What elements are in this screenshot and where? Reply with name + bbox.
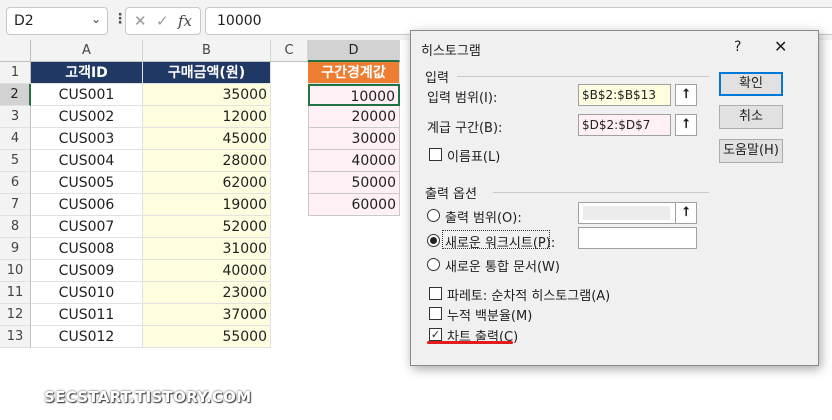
help-button[interactable]: 도움말(H)	[719, 139, 783, 163]
new-worksheet-radio[interactable]	[427, 234, 440, 247]
row-header[interactable]: 10	[0, 260, 31, 282]
name-box[interactable]: D2 ⌄	[6, 7, 108, 35]
labels-label: 이름표(L)	[447, 150, 501, 165]
new-workbook-label: 새로운 통합 문서(W)	[445, 260, 560, 275]
header-customer-id[interactable]: 고객ID	[31, 62, 143, 84]
table-cell[interactable]: 50000	[308, 172, 400, 194]
new-worksheet-name-field[interactable]	[578, 227, 697, 249]
table-cell[interactable]: CUS004	[31, 150, 143, 172]
table-cell[interactable]: CUS006	[31, 194, 143, 216]
table-cell[interactable]: CUS011	[31, 304, 143, 326]
output-group-label: 출력 옵션	[425, 187, 477, 202]
column-header-b[interactable]: B	[143, 40, 271, 62]
row-header[interactable]: 4	[0, 128, 31, 150]
collapse-dialog-icon[interactable]: ⭡	[675, 114, 697, 136]
table-cell[interactable]: CUS005	[31, 172, 143, 194]
bin-range-field[interactable]: $D$2:$D$7	[578, 114, 671, 136]
chevron-down-icon[interactable]: ⌄	[91, 12, 101, 26]
row-header[interactable]: 1	[0, 62, 31, 84]
table-cell[interactable]: 30000	[308, 128, 400, 150]
row-header[interactable]: 7	[0, 194, 31, 216]
output-range-value	[583, 206, 670, 220]
input-group-label: 입력	[425, 71, 449, 86]
table-cell[interactable]: CUS002	[31, 106, 143, 128]
table-cell[interactable]: 35000	[143, 84, 271, 106]
cumulative-percentage-checkbox[interactable]	[429, 307, 442, 320]
row-header[interactable]: 3	[0, 106, 31, 128]
table-cell[interactable]: 28000	[143, 150, 271, 172]
table-cell[interactable]: 55000	[143, 326, 271, 348]
select-all-corner[interactable]	[0, 40, 31, 62]
table-cell[interactable]: 40000	[308, 150, 400, 172]
chart-output-checkbox[interactable]: ✓	[429, 328, 442, 341]
input-range-field[interactable]: $B$2:$B$13	[578, 84, 671, 106]
row-header[interactable]: 6	[0, 172, 31, 194]
insert-function-icon[interactable]: fx	[178, 12, 192, 30]
formula-value: 10000	[217, 13, 262, 29]
row-header[interactable]: 8	[0, 216, 31, 238]
table-cell[interactable]: 62000	[143, 172, 271, 194]
help-icon[interactable]: ?	[734, 39, 741, 55]
row-header[interactable]: 12	[0, 304, 31, 326]
row-header[interactable]: 2	[0, 84, 31, 106]
close-icon[interactable]: ✕	[774, 37, 787, 56]
table-cell[interactable]: 45000	[143, 128, 271, 150]
table-cell[interactable]: 19000	[143, 194, 271, 216]
cancel-icon[interactable]: ✕	[134, 12, 147, 30]
cancel-button[interactable]: 취소	[719, 105, 783, 129]
table-cell-active[interactable]: 10000	[308, 84, 400, 106]
table-cell[interactable]: CUS009	[31, 260, 143, 282]
enter-icon[interactable]: ✓	[156, 12, 169, 30]
row-header[interactable]: 13	[0, 326, 31, 348]
row-header[interactable]: 9	[0, 238, 31, 260]
table-cell[interactable]: CUS012	[31, 326, 143, 348]
new-worksheet-label: 새로운 워크시트(P):	[445, 236, 556, 251]
collapse-dialog-icon[interactable]: ⭡	[675, 202, 697, 224]
group-divider	[493, 192, 709, 193]
collapse-dialog-icon[interactable]: ⭡	[675, 84, 697, 106]
labels-checkbox[interactable]	[429, 148, 442, 161]
table-cell[interactable]: CUS003	[31, 128, 143, 150]
ok-button[interactable]: 확인	[719, 72, 783, 96]
table-cell[interactable]: 12000	[143, 106, 271, 128]
histogram-dialog: 히스토그램 ? ✕ 입력 입력 범위(I): $B$2:$B$13 ⭡ 계급 구…	[410, 30, 819, 366]
formula-buttons: ✕ ✓ fx	[125, 7, 201, 35]
table-cell[interactable]: 37000	[143, 304, 271, 326]
table-cell[interactable]: 52000	[143, 216, 271, 238]
new-workbook-radio[interactable]	[427, 258, 440, 271]
table-cell[interactable]: 60000	[308, 194, 400, 216]
header-bin-boundaries[interactable]: 구간경계값	[308, 62, 400, 84]
name-box-value: D2	[14, 13, 34, 29]
table-cell[interactable]: CUS007	[31, 216, 143, 238]
input-range-label: 입력 범위(I):	[427, 91, 498, 106]
table-cell[interactable]: CUS008	[31, 238, 143, 260]
table-cell[interactable]: 40000	[143, 260, 271, 282]
dialog-title: 히스토그램	[421, 44, 481, 59]
column-header-d[interactable]: D	[308, 40, 400, 62]
column-header-a[interactable]: A	[31, 40, 143, 62]
table-cell[interactable]: 23000	[143, 282, 271, 304]
cumulative-percentage-label: 누적 백분율(M)	[447, 309, 533, 324]
column-header-c[interactable]: C	[271, 40, 308, 62]
output-range-radio[interactable]	[427, 209, 440, 222]
row-header[interactable]: 5	[0, 150, 31, 172]
pareto-checkbox[interactable]	[429, 287, 442, 300]
watermark: SECSTART.TISTORY.COM	[44, 388, 252, 406]
table-cell[interactable]: CUS010	[31, 282, 143, 304]
table-cell[interactable]: 31000	[143, 238, 271, 260]
bin-range-label: 계급 구간(B):	[427, 121, 503, 136]
header-purchase-amount[interactable]: 구매금액(원)	[143, 62, 271, 84]
table-cell[interactable]: CUS001	[31, 84, 143, 106]
group-divider	[457, 76, 709, 77]
output-range-label: 출력 범위(O):	[445, 211, 522, 226]
table-cell[interactable]: 20000	[308, 106, 400, 128]
highlight-underline	[427, 341, 513, 344]
row-header[interactable]: 11	[0, 282, 31, 304]
pareto-label: 파레토: 순차적 히스토그램(A)	[447, 289, 611, 304]
